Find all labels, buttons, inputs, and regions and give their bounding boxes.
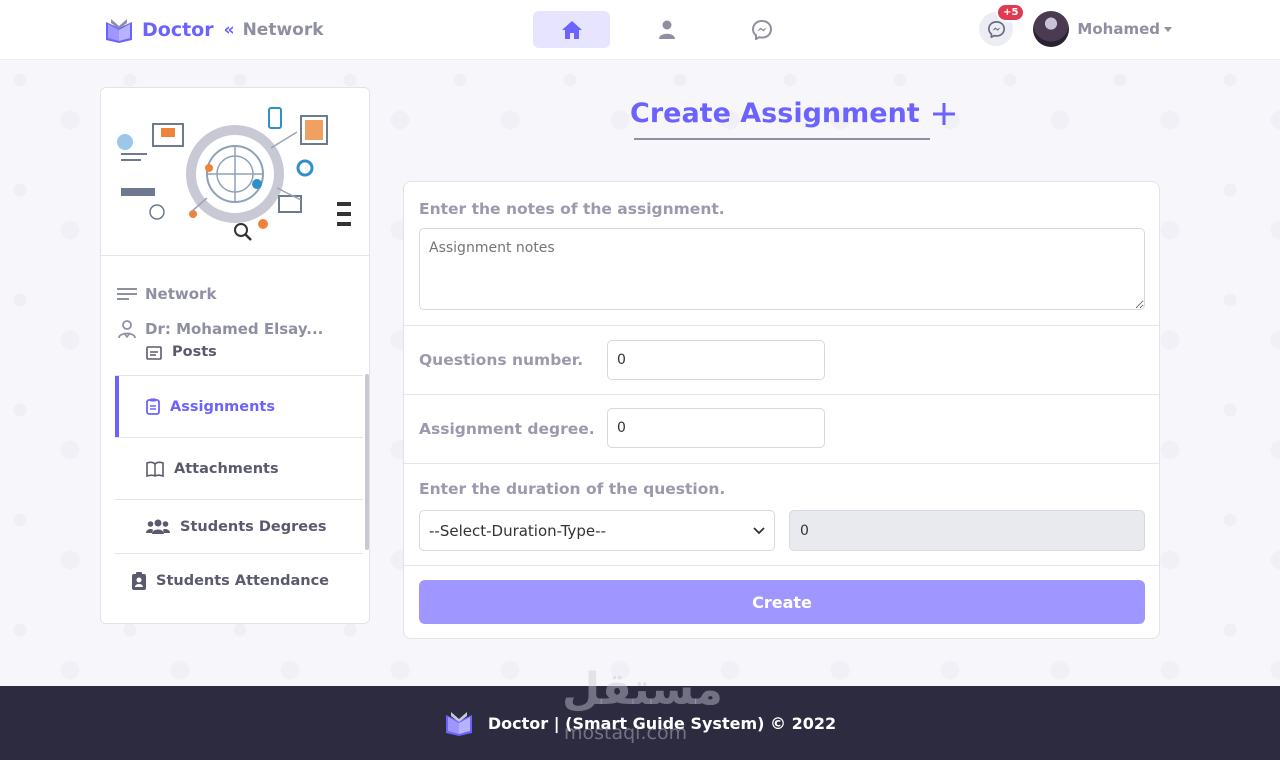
- sidebar-item-label: Attachments: [174, 460, 279, 477]
- main-nav: [533, 11, 800, 48]
- messages-badge: +5: [996, 3, 1026, 22]
- nav-messenger[interactable]: [723, 11, 800, 48]
- sidebar-item-label: Students Degrees: [180, 518, 327, 535]
- network-illustration-graphic: [117, 107, 351, 241]
- nav-right: +5 Mohamed: [979, 3, 1172, 47]
- book-icon: [146, 461, 164, 477]
- degree-section: Assignment degree.: [404, 395, 1159, 464]
- chevron-down-icon: [753, 526, 765, 534]
- user-name: Mohamed: [1077, 20, 1160, 38]
- messenger-icon: [751, 19, 772, 40]
- questions-label: Questions number.: [419, 351, 584, 369]
- sidebar-item-label: Students Attendance: [156, 573, 330, 589]
- duration-type-select[interactable]: --Select-Duration-Type--: [419, 510, 775, 551]
- sidebar-item-posts[interactable]: Posts: [115, 344, 363, 376]
- brand-separator: «: [223, 20, 235, 40]
- page-title-text: Create Assignment: [630, 98, 920, 129]
- users-icon: [146, 519, 170, 534]
- user-menu[interactable]: Mohamed: [1033, 11, 1172, 47]
- nav-home[interactable]: [533, 11, 610, 48]
- create-button[interactable]: Create: [419, 580, 1145, 624]
- duration-label: Enter the duration of the question.: [419, 480, 726, 498]
- title-underline: [634, 138, 930, 140]
- sidebar-scrollbar[interactable]: [365, 374, 369, 550]
- sidebar-item-students-degrees[interactable]: Students Degrees: [115, 500, 363, 554]
- network-illustration: [101, 88, 369, 256]
- brand-sub: Network: [242, 20, 324, 40]
- brand[interactable]: Doctor « Network: [104, 16, 324, 44]
- menu-lines-icon: [117, 287, 137, 300]
- messages-button[interactable]: +5: [979, 3, 1026, 46]
- sidebar: Network Dr: Mohamed Elsay... Posts Assig…: [100, 87, 370, 624]
- avatar: [1033, 11, 1070, 47]
- watermark: مستقل: [562, 664, 723, 715]
- sidebar-item-label: Posts: [172, 344, 217, 360]
- assignment-notes-textarea[interactable]: [419, 228, 1145, 310]
- plus-icon: [932, 102, 955, 125]
- sidebar-network-link[interactable]: Network: [117, 276, 353, 311]
- duration-select-value: --Select-Duration-Type--: [429, 521, 606, 540]
- page-title: Create Assignment: [630, 98, 956, 129]
- sidebar-item-label: Assignments: [170, 398, 275, 415]
- questions-number-input[interactable]: [607, 340, 825, 380]
- brand-name: Doctor: [142, 19, 214, 41]
- sidebar-item-students-attendance[interactable]: Students Attendance: [115, 554, 363, 608]
- sidebar-item-assignments[interactable]: Assignments: [115, 376, 363, 438]
- caret-down-icon: [1164, 26, 1172, 32]
- sidebar-meta: Network Dr: Mohamed Elsay...: [101, 256, 369, 346]
- top-navbar: Doctor « Network +5 Mohamed: [0, 0, 1280, 60]
- sidebar-doctor-name: Dr: Mohamed Elsay...: [117, 311, 353, 346]
- watermark-sub: mostaql.com: [564, 722, 688, 744]
- assignment-form-card: Enter the notes of the assignment. Quest…: [403, 181, 1160, 639]
- nav-profile[interactable]: [628, 11, 705, 48]
- messenger-icon: [987, 20, 1005, 38]
- sidebar-menu: Posts Assignments Attachments Students D…: [101, 344, 363, 608]
- sidebar-item-attachments[interactable]: Attachments: [115, 438, 363, 500]
- user-icon: [658, 20, 675, 39]
- sidebar-network-label: Network: [145, 284, 217, 303]
- assignment-degree-input[interactable]: [607, 408, 825, 448]
- duration-section: Enter the duration of the question. --Se…: [404, 464, 1159, 566]
- questions-section: Questions number.: [404, 326, 1159, 395]
- notes-label: Enter the notes of the assignment.: [419, 200, 725, 218]
- book-logo-icon: [445, 712, 472, 736]
- doctor-icon: [118, 319, 136, 338]
- doctor-name-label: Dr: Mohamed Elsay...: [145, 319, 324, 338]
- notes-section: Enter the notes of the assignment.: [404, 182, 1159, 326]
- book-logo-icon: [106, 19, 132, 43]
- duration-value-input[interactable]: [789, 510, 1145, 551]
- degree-label: Assignment degree.: [419, 420, 595, 438]
- clipboard-icon: [146, 398, 160, 415]
- posts-icon: [146, 346, 162, 360]
- badge-icon: [132, 572, 146, 590]
- home-icon: [561, 20, 582, 39]
